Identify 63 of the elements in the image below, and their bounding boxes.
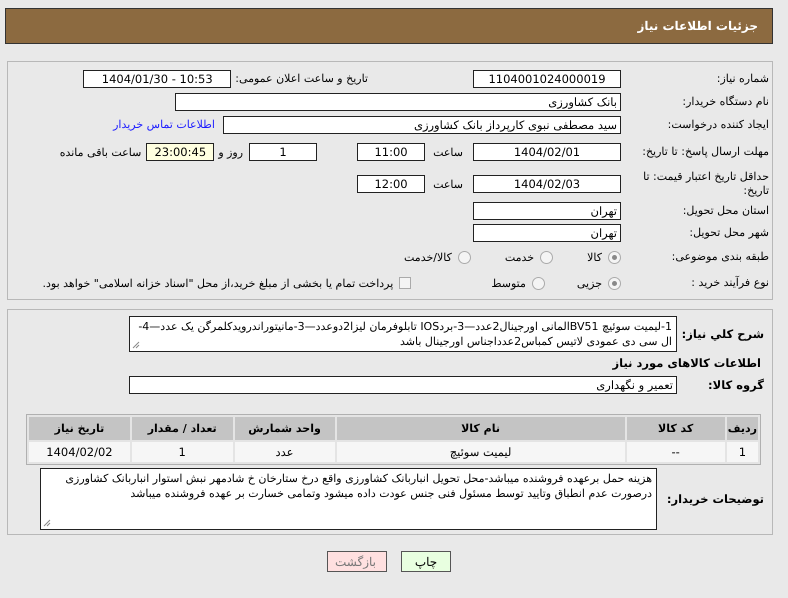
date-field[interactable]: 1404/02/01 — [473, 143, 621, 161]
field-label: طبقه بندی موضوعی: — [670, 250, 769, 264]
option-label: متوسط — [491, 276, 526, 290]
column-header: تاریخ نیاز — [29, 417, 130, 440]
table-cell: -- — [626, 442, 725, 462]
countdown-field: 23:00:45 — [146, 143, 214, 161]
print-button[interactable]: چاپ — [401, 551, 451, 572]
text-field[interactable]: بانک کشاورزی — [175, 92, 621, 110]
column-header: کد کالا — [626, 417, 725, 440]
column-header: تعداد / مقدار — [132, 417, 232, 440]
table-cell: لیمیت سوئیچ — [336, 442, 625, 462]
contact-link[interactable]: اطلاعات تماس خریدار — [113, 118, 215, 131]
field-label: روز و — [218, 146, 244, 158]
field-label: مهلت ارسال پاسخ: تا تاریخ: — [641, 145, 769, 159]
text-field[interactable]: تهران — [473, 202, 621, 220]
field-label: ایجاد کننده درخواست: — [666, 118, 769, 132]
description-field[interactable]: 1-ليميت سوئيچ BV51المانی اورجينال2عدد—3-بردIOS تابلوفرمان ليزا2دوعدد—3-مانيتوراندرويدكلمرگن يک عدد—4-ال سی دی عمودی لاتيس كمباس2عدداجناس اورجينال باشد — [129, 316, 677, 352]
field-label: توضیحات خریدار: — [666, 492, 764, 506]
notes-field[interactable]: هزینه حمل برعهده فروشنده میباشد-محل تحویل انباربانک کشاورزی واقع درخ ستارخان خ شادمهر نبش استوار انباربانک کشاورزی درصورت عدم انطباق وتایید توسط مسئول فنی جنس عودت داده میشود وتمامی خسارت بر عهده فروشنده میباشد — [40, 468, 657, 530]
option-label: جزیی — [576, 276, 602, 290]
checkbox[interactable] — [399, 277, 412, 289]
field-label: نام دستگاه خریدار: — [681, 94, 769, 108]
field-label: شرح کلي نياز: — [680, 327, 764, 341]
text-field[interactable]: سید مصطفی نبوی کارپرداز بانک کشاورزی — [223, 116, 621, 134]
radio-button[interactable] — [458, 250, 471, 264]
option-label: کالا — [587, 250, 602, 264]
radio-button[interactable] — [540, 250, 554, 264]
time-field[interactable]: 12:00 — [357, 175, 426, 193]
table-cell: 1404/02/02 — [29, 442, 130, 462]
field-label: شهر محل تحویل: — [688, 226, 769, 240]
text-field[interactable]: تهران — [473, 224, 621, 242]
page-title: جزئیات اطلاعات نیاز — [637, 19, 758, 33]
column-header: ردیف — [726, 417, 758, 440]
back-button[interactable]: بازگشت — [327, 551, 387, 572]
text-field[interactable]: 1104001024000019 — [473, 70, 621, 88]
checkbox-label: پرداخت تمام یا بخشی از مبلغ خرید،از محل "اسناد خزانه اسلامی" خواهد بود. — [42, 276, 394, 290]
radio-button[interactable] — [608, 276, 621, 290]
radio-button[interactable] — [608, 250, 621, 264]
option-label: کالا/خدمت — [404, 250, 452, 264]
field-label: استان محل تحویل: — [682, 204, 769, 218]
text-field[interactable]: تعمیر و نگهداری — [129, 376, 677, 394]
resize-grip-icon[interactable] — [43, 519, 51, 527]
table-cell: 1 — [726, 442, 758, 462]
days-field[interactable]: 1 — [249, 143, 318, 161]
field-label: ساعت باقی مانده — [60, 146, 142, 158]
field-label: ساعت — [433, 146, 463, 158]
table-cell: 1 — [132, 442, 232, 462]
radio-button[interactable] — [532, 276, 545, 290]
field-label: گروه کالا: — [707, 378, 764, 392]
date-field[interactable]: 1404/02/03 — [473, 175, 621, 193]
resize-grip-icon[interactable] — [132, 341, 140, 349]
time-field[interactable]: 11:00 — [357, 143, 426, 161]
option-label: خدمت — [504, 250, 534, 264]
table-cell: عدد — [234, 442, 335, 462]
column-header: واحد شمارش — [234, 417, 335, 440]
section-title: اطلاعات کالاهای مورد نیاز — [611, 355, 762, 370]
field-label: ساعت — [433, 178, 463, 190]
field-label: حداقل تاریخ اعتبار قیمت: تا تاریخ: — [642, 170, 769, 198]
text-field[interactable]: 1404/01/30 - 10:53 — [83, 70, 232, 88]
field-label: تاریخ و ساعت اعلان عمومی: — [235, 72, 368, 85]
field-label: شماره نیاز: — [716, 72, 769, 86]
field-label: نوع فرآیند خرید : — [690, 276, 769, 290]
column-header: نام کالا — [336, 417, 625, 440]
